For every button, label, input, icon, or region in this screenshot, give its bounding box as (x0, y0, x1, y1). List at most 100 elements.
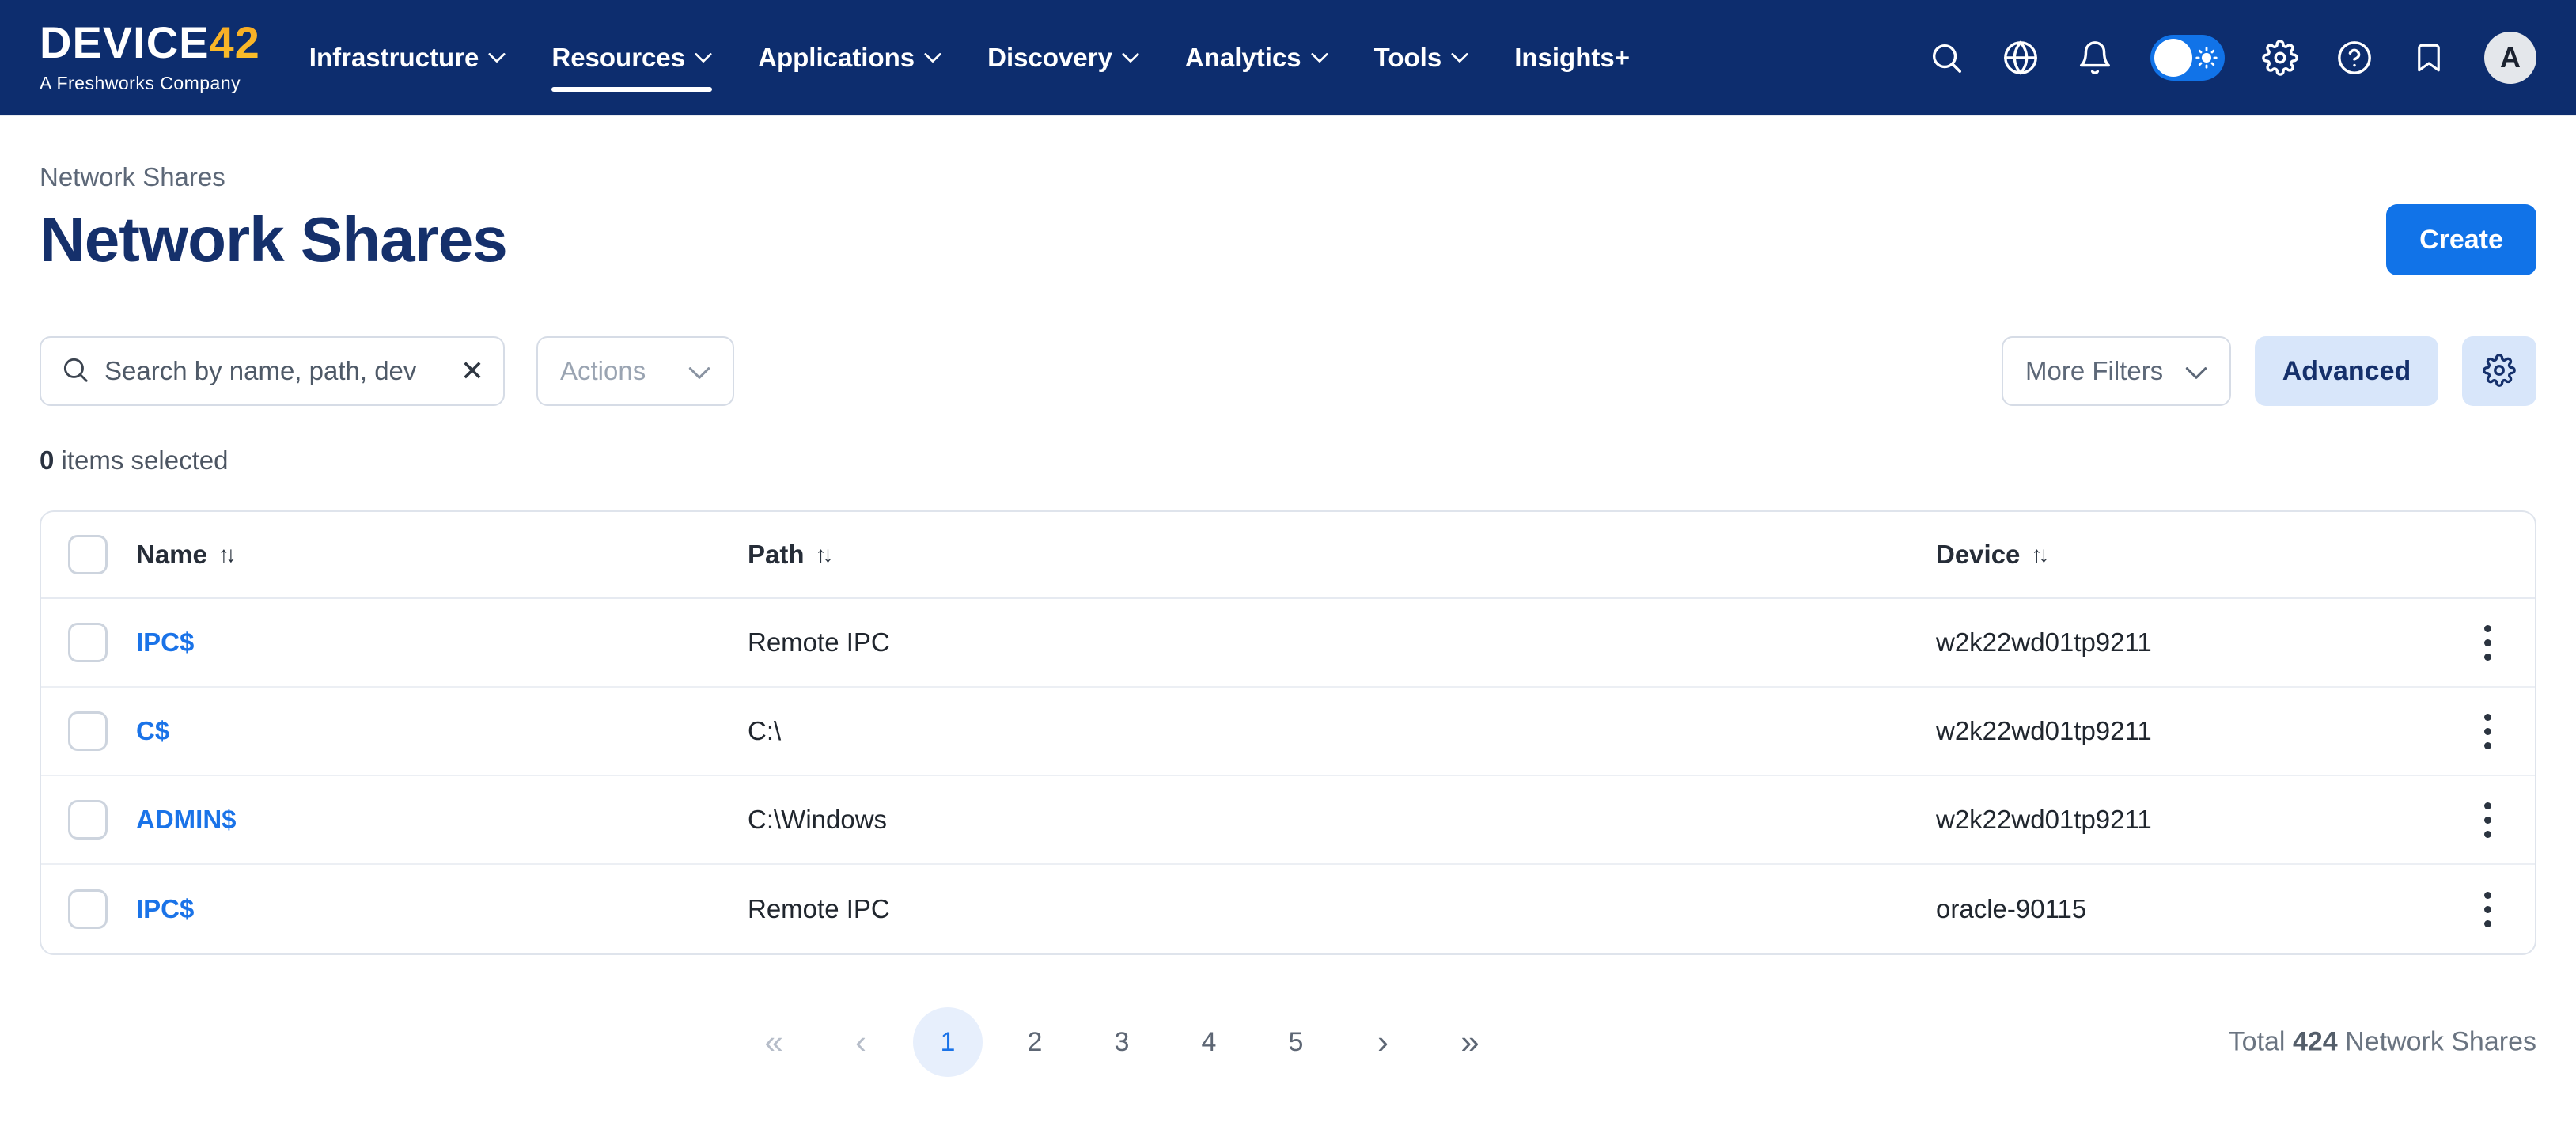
logo-tagline: A Freshworks Company (40, 73, 260, 94)
chevron-down-icon (2185, 356, 2207, 386)
chevron-down-icon (1311, 52, 1328, 63)
nav-item-label: Infrastructure (309, 43, 479, 73)
chevron-down-icon (695, 52, 712, 63)
share-path: C:\Windows (748, 805, 1936, 835)
row-menu-icon[interactable] (2476, 794, 2499, 846)
page-button-2[interactable]: 2 (1000, 1007, 1070, 1077)
select-all-checkbox[interactable] (68, 535, 108, 574)
gear-icon[interactable] (2261, 39, 2299, 77)
logo-accent: 42 (210, 17, 260, 67)
chevron-down-icon (488, 52, 506, 63)
pager: « ‹ 1 2 3 4 5 › » (739, 1007, 1837, 1077)
last-page-button[interactable]: » (1435, 1007, 1505, 1077)
chevron-down-icon (1122, 52, 1139, 63)
table-row: ADMIN$ C:\Windows w2k22wd01tp9211 (41, 776, 2535, 865)
title-row: Network Shares Create (40, 203, 2536, 276)
total-prefix: Total (2229, 1027, 2293, 1057)
more-filters-label: More Filters (2025, 356, 2163, 386)
chevron-down-icon (924, 52, 941, 63)
share-device: w2k22wd01tp9211 (1936, 805, 2440, 835)
column-header-device[interactable]: Device ↑↓ (1936, 540, 2440, 570)
row-menu-icon[interactable] (2476, 884, 2499, 935)
nav-item-label: Analytics (1185, 43, 1301, 73)
breadcrumb[interactable]: Network Shares (40, 162, 2536, 192)
nav-item-discovery[interactable]: Discovery (987, 30, 1139, 85)
sort-icon[interactable]: ↑↓ (2031, 542, 2045, 567)
clear-search-icon[interactable]: ✕ (460, 357, 484, 385)
toolbar: ✕ Actions More Filters Advanced (40, 336, 2536, 406)
theme-toggle[interactable] (2150, 35, 2225, 81)
logo-text: DEVICE42 (40, 21, 260, 65)
search-icon[interactable] (1927, 39, 1965, 77)
column-header-name[interactable]: Name ↑↓ (136, 540, 748, 570)
page-button-1[interactable]: 1 (913, 1007, 983, 1077)
first-page-button[interactable]: « (739, 1007, 809, 1077)
nav-item-resources[interactable]: Resources (551, 30, 712, 85)
column-label: Path (748, 540, 805, 570)
brand-logo[interactable]: DEVICE42 A Freshworks Company (40, 21, 260, 94)
search-box: ✕ (40, 336, 505, 406)
share-device: oracle-90115 (1936, 894, 2440, 924)
help-icon[interactable] (2335, 39, 2373, 77)
share-path: C:\ (748, 716, 1936, 746)
table-settings-button[interactable] (2462, 336, 2536, 406)
toolbar-right: More Filters Advanced (2002, 336, 2536, 406)
actions-dropdown[interactable]: Actions (536, 336, 734, 406)
page-button-3[interactable]: 3 (1087, 1007, 1157, 1077)
row-checkbox[interactable] (68, 800, 108, 840)
table-header-row: Name ↑↓ Path ↑↓ Device ↑↓ (41, 512, 2535, 599)
page-button-4[interactable]: 4 (1174, 1007, 1244, 1077)
share-name-link[interactable]: IPC$ (136, 627, 748, 658)
share-name-link[interactable]: C$ (136, 716, 748, 746)
more-filters-dropdown[interactable]: More Filters (2002, 336, 2231, 406)
nav-item-insights[interactable]: Insights+ (1514, 30, 1630, 85)
globe-icon[interactable] (2002, 39, 2040, 77)
column-label: Name (136, 540, 207, 570)
chevron-down-icon (1451, 52, 1468, 63)
main-content: Network Shares Network Shares Create ✕ A… (0, 162, 2576, 1082)
avatar[interactable]: A (2484, 32, 2536, 84)
toggle-knob (2154, 39, 2192, 77)
share-name-link[interactable]: IPC$ (136, 894, 748, 924)
advanced-button[interactable]: Advanced (2255, 336, 2438, 406)
search-input[interactable] (104, 356, 446, 386)
nav-item-applications[interactable]: Applications (758, 30, 941, 85)
bookmark-icon[interactable] (2410, 39, 2448, 77)
top-navbar: DEVICE42 A Freshworks Company Infrastruc… (0, 0, 2576, 116)
share-name-link[interactable]: ADMIN$ (136, 805, 748, 835)
page-button-5[interactable]: 5 (1261, 1007, 1331, 1077)
next-page-button[interactable]: › (1348, 1007, 1418, 1077)
row-menu-icon[interactable] (2476, 617, 2499, 669)
avatar-initial: A (2500, 41, 2521, 74)
nav-item-tools[interactable]: Tools (1374, 30, 1469, 85)
nav-item-label: Insights+ (1514, 43, 1630, 73)
column-label: Device (1936, 540, 2020, 570)
total-value: 424 (2293, 1027, 2338, 1057)
nav-item-infrastructure[interactable]: Infrastructure (309, 30, 506, 85)
prev-page-button[interactable]: ‹ (826, 1007, 896, 1077)
pagination-row: « ‹ 1 2 3 4 5 › » Total 424 Network Shar… (40, 1003, 2536, 1082)
search-icon (60, 354, 90, 389)
sort-icon[interactable]: ↑↓ (816, 542, 830, 567)
share-path: Remote IPC (748, 894, 1936, 924)
create-button[interactable]: Create (2386, 204, 2536, 275)
actions-label: Actions (560, 356, 646, 386)
total-count: Total 424 Network Shares (2229, 1027, 2536, 1058)
table-row: C$ C:\ w2k22wd01tp9211 (41, 688, 2535, 776)
row-checkbox[interactable] (68, 889, 108, 929)
table-row: IPC$ Remote IPC w2k22wd01tp9211 (41, 599, 2535, 688)
row-checkbox[interactable] (68, 623, 108, 662)
navbar-actions: A (1927, 32, 2536, 84)
nav-item-label: Discovery (987, 43, 1112, 73)
bell-icon[interactable] (2076, 39, 2114, 77)
share-device: w2k22wd01tp9211 (1936, 627, 2440, 658)
sort-icon[interactable]: ↑↓ (218, 542, 233, 567)
column-header-path[interactable]: Path ↑↓ (748, 540, 1936, 570)
page-title: Network Shares (40, 203, 507, 276)
nav-item-label: Tools (1374, 43, 1442, 73)
row-menu-icon[interactable] (2476, 706, 2499, 757)
nav-item-analytics[interactable]: Analytics (1185, 30, 1328, 85)
table-row: IPC$ Remote IPC oracle-90115 (41, 865, 2535, 953)
total-suffix: Network Shares (2338, 1027, 2536, 1057)
row-checkbox[interactable] (68, 711, 108, 751)
